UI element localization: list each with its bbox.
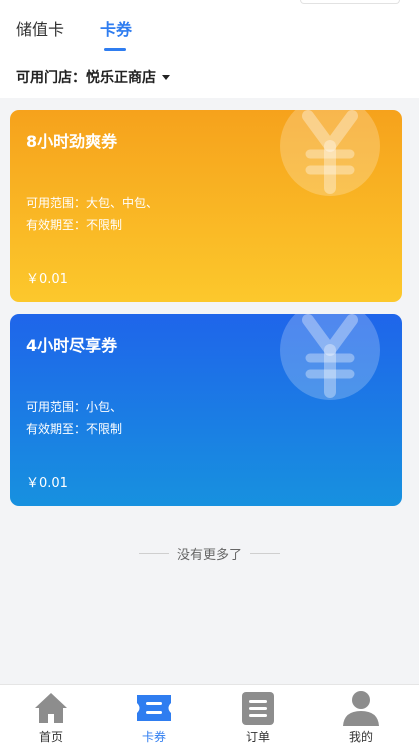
nav-label: 首页	[38, 730, 63, 744]
nav-label: 卡券	[141, 730, 166, 744]
coupon-price: ￥0.01	[26, 272, 68, 287]
coupon-name: 8小时劲爽券	[26, 132, 118, 151]
coupon-validity: 有效期至：不限制	[26, 218, 123, 232]
header: 储值卡 卡券 可用门店：悦乐正商店	[0, 0, 419, 98]
ticket-icon	[137, 695, 171, 721]
nav-label: 订单	[245, 730, 270, 744]
active-tab-indicator	[104, 48, 126, 51]
coupon-validity: 有效期至：不限制	[26, 422, 123, 436]
divider-left	[138, 552, 169, 554]
tab-coupons[interactable]: 卡券	[100, 20, 132, 40]
coupon-scope: 可用范围：大包、中包、	[26, 196, 159, 210]
bottom-nav: 首页 卡券 订单 我的	[0, 684, 419, 753]
store-selector[interactable]: 可用门店：悦乐正商店	[16, 67, 170, 87]
yen-icon	[280, 110, 380, 196]
order-list-icon	[242, 692, 274, 725]
coupon-card-4h[interactable]: 4小时尽享券 可用范围：小包、 有效期至：不限制 ￥0.01	[10, 314, 402, 506]
home-icon	[35, 693, 67, 723]
store-label: 可用门店：悦乐正商店	[16, 70, 156, 86]
tab-bar: 储值卡 卡券	[0, 0, 419, 56]
nav-item-orders[interactable]: 订单	[218, 685, 298, 753]
coupon-name: 4小时尽享券	[26, 336, 118, 355]
nav-item-coupons[interactable]: 卡券	[114, 685, 194, 753]
no-more-footer: 没有更多了	[0, 543, 419, 563]
nav-label: 我的	[348, 730, 373, 744]
user-icon	[343, 691, 379, 726]
yen-icon	[280, 314, 380, 400]
coupon-scope: 可用范围：小包、	[26, 400, 123, 414]
coupon-price: ￥0.01	[26, 476, 68, 491]
tab-stored-value-card[interactable]: 储值卡	[16, 20, 64, 40]
coupon-card-8h[interactable]: 8小时劲爽券 可用范围：大包、中包、 有效期至：不限制 ￥0.01	[10, 110, 402, 302]
divider-right	[250, 552, 280, 554]
nav-item-me[interactable]: 我的	[321, 685, 401, 753]
no-more-text: 没有更多了	[176, 547, 242, 563]
caret-down-icon	[162, 74, 170, 80]
nav-item-home[interactable]: 首页	[11, 685, 91, 753]
